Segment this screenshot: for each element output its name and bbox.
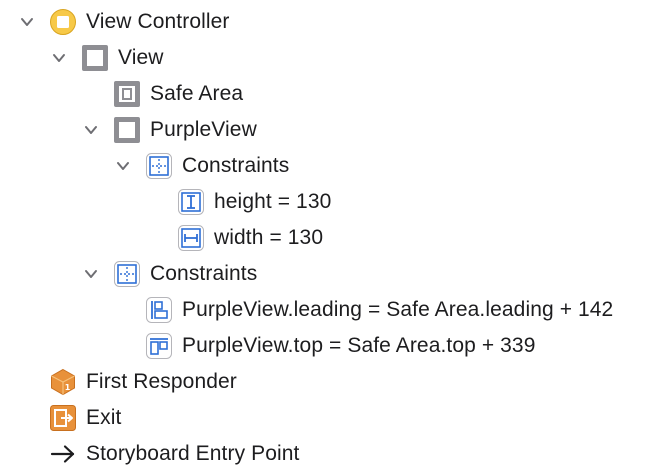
outline-label-width-constraint: width = 130	[214, 226, 324, 249]
view-icon	[113, 116, 141, 144]
height-constraint-icon	[177, 188, 205, 216]
width-constraint-icon	[177, 224, 205, 252]
outline-row-top-constraint[interactable]: PurpleView.top = Safe Area.top + 339	[0, 328, 672, 364]
exit-icon	[49, 404, 77, 432]
outline-label-view: View	[118, 46, 164, 69]
arrow-right-icon	[49, 440, 77, 468]
outline-label-leading-constraint: PurpleView.leading = Safe Area.leading +…	[182, 298, 614, 321]
outline-row-storyboard-entry-point[interactable]: Storyboard Entry Point	[0, 436, 672, 472]
safe-area-icon	[113, 80, 141, 108]
chevron-down-icon[interactable]	[116, 159, 130, 173]
outline-label-exit: Exit	[86, 406, 122, 429]
outline-row-height-constraint[interactable]: height = 130	[0, 184, 672, 220]
outline-row-purpleview-constraints[interactable]: Constraints	[0, 148, 672, 184]
top-constraint-icon	[145, 332, 173, 360]
outline-label-safe-area: Safe Area	[150, 82, 244, 105]
chevron-down-icon[interactable]	[84, 123, 98, 137]
outline-row-view-constraints[interactable]: Constraints	[0, 256, 672, 292]
view-controller-icon	[49, 8, 77, 36]
constraints-icon	[113, 260, 141, 288]
outline-row-view-controller[interactable]: View Controller	[0, 4, 672, 40]
outline-row-view[interactable]: View	[0, 40, 672, 76]
chevron-down-icon[interactable]	[52, 51, 66, 65]
outline-row-width-constraint[interactable]: width = 130	[0, 220, 672, 256]
outline-label-top-constraint: PurpleView.top = Safe Area.top + 339	[182, 334, 536, 357]
outline-row-safe-area[interactable]: Safe Area	[0, 76, 672, 112]
first-responder-icon: 1	[49, 368, 77, 396]
outline-label-constraints: Constraints	[182, 154, 290, 177]
outline-row-first-responder[interactable]: 1 First Responder	[0, 364, 672, 400]
outline-label-view-controller: View Controller	[86, 10, 230, 33]
leading-constraint-icon	[145, 296, 173, 324]
constraints-icon	[145, 152, 173, 180]
outline-label-first-responder: First Responder	[86, 370, 237, 393]
view-icon	[81, 44, 109, 72]
outline-row-leading-constraint[interactable]: PurpleView.leading = Safe Area.leading +…	[0, 292, 672, 328]
outline-row-purpleview[interactable]: PurpleView	[0, 112, 672, 148]
outline-label-constraints: Constraints	[150, 262, 258, 285]
outline-label-storyboard-entry-point: Storyboard Entry Point	[86, 442, 300, 465]
svg-text:1: 1	[65, 383, 71, 392]
outline-row-exit[interactable]: Exit	[0, 400, 672, 436]
chevron-down-icon[interactable]	[84, 267, 98, 281]
outline-label-height-constraint: height = 130	[214, 190, 332, 213]
chevron-down-icon[interactable]	[20, 15, 34, 29]
outline-label-purpleview: PurpleView	[150, 118, 257, 141]
document-outline: View Controller View Safe Area PurpleVie…	[0, 0, 672, 476]
